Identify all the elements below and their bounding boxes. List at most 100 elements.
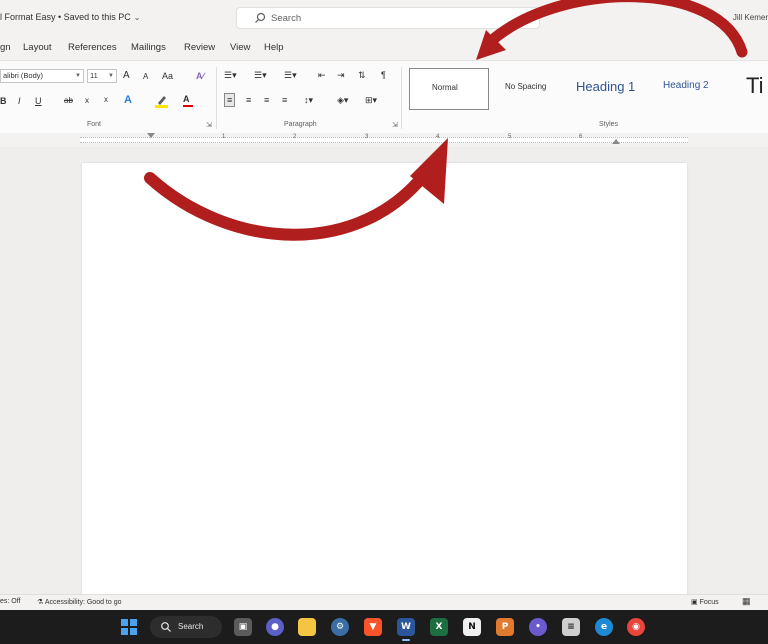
- windows-start-icon[interactable]: [121, 619, 137, 635]
- increase-indent-button[interactable]: ⇥: [337, 69, 345, 81]
- numbering-button[interactable]: ☰▾: [254, 69, 267, 81]
- change-case-button[interactable]: Aa: [162, 70, 173, 82]
- notion-icon[interactable]: N: [463, 618, 481, 636]
- file-explorer-icon[interactable]: [298, 618, 316, 636]
- active-app-indicator: [402, 639, 410, 641]
- style-heading-2-label: Heading 2: [663, 80, 709, 91]
- search-box[interactable]: Search: [236, 7, 540, 29]
- font-color-letter: A: [183, 94, 190, 104]
- horizontal-ruler[interactable]: 1 2 3 4 5 6: [0, 133, 768, 147]
- justify-button[interactable]: ≡: [282, 94, 287, 106]
- divider: [216, 67, 217, 129]
- search-placeholder: Search: [271, 13, 302, 24]
- italic-button[interactable]: I: [18, 95, 21, 107]
- tab-review[interactable]: Review: [184, 42, 215, 53]
- tab-mailings[interactable]: Mailings: [131, 42, 166, 53]
- decrease-indent-button[interactable]: ⇤: [318, 69, 326, 81]
- show-marks-button[interactable]: ¶: [381, 69, 386, 81]
- font-size-value: 11: [90, 71, 98, 80]
- document-title-text: l Format Easy • Saved to this PC: [0, 12, 131, 22]
- ruler-track: [80, 137, 688, 143]
- style-title-label: Ti: [746, 73, 764, 98]
- task-view-icon[interactable]: ▣: [234, 618, 252, 636]
- grow-font-button[interactable]: A: [123, 70, 130, 82]
- dialog-launcher-icon[interactable]: ⇲: [206, 121, 212, 129]
- ruler-number: 5: [508, 134, 512, 140]
- tab-design[interactable]: gn: [0, 42, 11, 53]
- brave-browser-icon[interactable]: ▼: [364, 618, 382, 636]
- tab-layout[interactable]: Layout: [23, 42, 52, 53]
- style-heading-1[interactable]: Heading 1: [576, 68, 646, 110]
- shrink-font-button[interactable]: A: [143, 71, 148, 83]
- search-icon: [161, 622, 171, 632]
- status-track-changes[interactable]: es: Off: [0, 598, 21, 605]
- font-size-dropdown[interactable]: 11 ▼: [87, 69, 117, 83]
- align-right-button[interactable]: ≡: [264, 94, 269, 106]
- align-left-button[interactable]: ≡: [224, 93, 236, 107]
- taskbar-search[interactable]: Search: [150, 616, 222, 638]
- ruler-number: 4: [436, 134, 440, 140]
- user-name[interactable]: Jill Kemer: [733, 13, 768, 22]
- style-heading-1-label: Heading 1: [576, 79, 636, 94]
- style-no-spacing[interactable]: No Spacing: [505, 68, 565, 110]
- font-name-value: alibri (Body): [3, 71, 44, 80]
- chevron-down-icon[interactable]: ⌄: [134, 13, 141, 22]
- focus-button[interactable]: ▣ Focus: [691, 598, 719, 606]
- highlight-button[interactable]: [154, 94, 170, 111]
- ruler-number: 1: [222, 134, 226, 140]
- dialog-launcher-icon[interactable]: ⇲: [392, 121, 398, 129]
- superscript-button[interactable]: x: [104, 94, 108, 106]
- ruler-number: 6: [579, 134, 583, 140]
- sort-button[interactable]: ⇅: [358, 69, 366, 81]
- document-title[interactable]: l Format Easy • Saved to this PC ⌄: [0, 12, 140, 22]
- ribbon: alibri (Body) ▼ 11 ▼ A A Aa A∕ B I U ab …: [0, 60, 768, 134]
- borders-button[interactable]: ⊞▾: [365, 94, 377, 106]
- bullets-button[interactable]: ☰▾: [224, 69, 237, 81]
- line-spacing-button[interactable]: ↕▾: [304, 94, 313, 106]
- style-heading-2[interactable]: Heading 2: [663, 68, 723, 110]
- accessibility-text: Accessibility: Good to go: [44, 599, 122, 606]
- multilevel-list-button[interactable]: ☰▾: [284, 69, 297, 81]
- status-bar: es: Off ⚗ Accessibility: Good to go ▣ Fo…: [0, 594, 768, 611]
- shading-button[interactable]: ◈▾: [337, 94, 348, 106]
- ruler-number: 3: [365, 134, 369, 140]
- chevron-down-icon: ▼: [75, 73, 81, 79]
- tab-view[interactable]: View: [230, 42, 250, 53]
- style-title[interactable]: Ti: [746, 68, 768, 110]
- text-effects-button[interactable]: A: [124, 94, 132, 106]
- styles-group-label: Styles: [599, 121, 619, 128]
- app-icon[interactable]: •: [529, 618, 547, 636]
- align-center-button[interactable]: ≡: [246, 94, 251, 106]
- paragraph-group-label: Paragraph: [284, 121, 317, 128]
- accessibility-status[interactable]: ⚗ Accessibility: Good to go: [37, 598, 122, 606]
- read-mode-icon[interactable]: ▦: [742, 596, 751, 607]
- word-icon[interactable]: W: [397, 618, 415, 636]
- excel-icon[interactable]: X: [430, 618, 448, 636]
- subscript-button[interactable]: x: [85, 95, 89, 107]
- style-normal[interactable]: Normal: [409, 68, 489, 110]
- tab-help[interactable]: Help: [264, 42, 284, 53]
- font-color-button[interactable]: A: [183, 93, 193, 107]
- edge-icon[interactable]: e: [595, 618, 613, 636]
- accessibility-icon: ⚗: [37, 599, 44, 606]
- strikethrough-button[interactable]: ab: [64, 95, 73, 107]
- clear-formatting-button[interactable]: A∕: [196, 70, 204, 82]
- document-page[interactable]: [82, 163, 687, 603]
- bold-button[interactable]: B: [0, 95, 7, 107]
- settings-icon[interactable]: ⚙: [331, 618, 349, 636]
- chrome-icon[interactable]: ◉: [627, 618, 645, 636]
- powerpoint-icon[interactable]: P: [496, 618, 514, 636]
- first-line-indent-marker[interactable]: [147, 133, 155, 138]
- font-name-dropdown[interactable]: alibri (Body) ▼: [0, 69, 84, 83]
- underline-button[interactable]: U: [35, 95, 42, 107]
- style-no-spacing-label: No Spacing: [505, 82, 547, 91]
- calculator-icon[interactable]: ≡: [562, 618, 580, 636]
- font-group-label: Font: [87, 121, 102, 128]
- style-normal-label: Normal: [432, 83, 458, 92]
- teams-chat-icon[interactable]: ●: [266, 618, 284, 636]
- right-indent-marker[interactable]: [612, 139, 620, 144]
- ribbon-tabs: gn Layout References Mailings Review Vie…: [0, 39, 768, 57]
- tab-references[interactable]: References: [68, 42, 117, 53]
- title-bar: l Format Easy • Saved to this PC ⌄ Search…: [0, 0, 768, 36]
- focus-label: Focus: [699, 599, 719, 606]
